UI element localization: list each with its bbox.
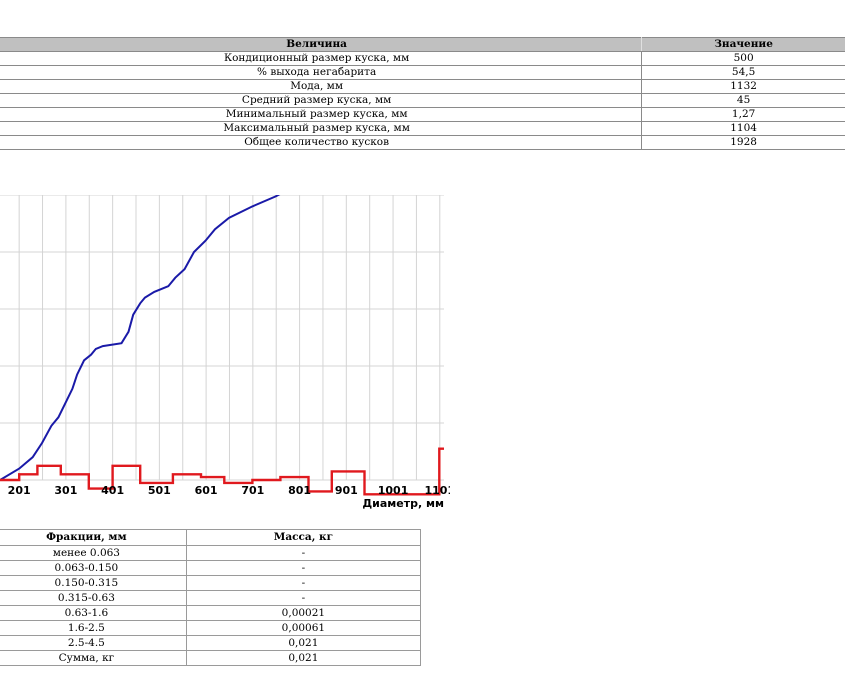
fraction-cell: 0.063-0.150: [0, 560, 187, 576]
stats-value: 1104: [641, 121, 845, 136]
mass-cell: 0,021: [185, 635, 422, 651]
table-row: Общее количество кусков 1928: [0, 135, 845, 150]
stats-header-row: Величина Значение: [0, 37, 845, 52]
mass-cell: 0,00061: [185, 620, 422, 636]
stats-label: % выхода негабарита: [0, 65, 643, 80]
stats-value: 54,5: [641, 65, 845, 80]
x-tick-label: 301: [54, 484, 77, 497]
stats-label: Максимальный размер куска, мм: [0, 121, 643, 136]
fractions-header-fraction: Фракции, мм: [0, 529, 187, 546]
mass-cell: -: [185, 590, 422, 606]
fraction-cell: 2.5-4.5: [0, 635, 187, 651]
table-row: Кондиционный размер куска, мм 500: [0, 51, 845, 66]
fractions-header-row: Фракции, мм Масса, кг: [0, 529, 422, 546]
diameter-chart: 201 301 401 501 601 701 801 901 1001 1101 Диаметр…: [0, 195, 450, 510]
fraction-cell: менее 0.063: [0, 545, 187, 561]
stats-label: Средний размер куска, мм: [0, 93, 643, 108]
stats-header-value: Значение: [641, 37, 845, 52]
x-tick-label: 701: [241, 484, 264, 497]
table-row: Минимальный размер куска, мм 1,27: [0, 107, 845, 122]
table-row: 0.63-1.6 0,00021: [0, 605, 422, 621]
stats-label: Кондиционный размер куска, мм: [0, 51, 643, 66]
sum-label: Сумма, кг: [0, 650, 187, 666]
mass-cell: 0,00021: [185, 605, 422, 621]
table-row: 1.6-2.5 0,00061: [0, 620, 422, 636]
fraction-cell: 0.315-0.63: [0, 590, 187, 606]
x-tick-label: 401: [101, 484, 124, 497]
table-row: 0.063-0.150 -: [0, 560, 422, 576]
fractions-header-mass: Масса, кг: [185, 529, 422, 546]
x-tick-label: 801: [288, 484, 311, 497]
fraction-cell: 0.63-1.6: [0, 605, 187, 621]
fraction-cell: 1.6-2.5: [0, 620, 187, 636]
x-tick-label: 901: [335, 484, 358, 497]
table-row: менее 0.063 -: [0, 545, 422, 561]
table-row: 2.5-4.5 0,021: [0, 635, 422, 651]
stats-table: Величина Значение Кондиционный размер ку…: [0, 37, 845, 150]
table-row: Максимальный размер куска, мм 1104: [0, 121, 845, 136]
table-row: 0.150-0.315 -: [0, 575, 422, 591]
stats-value: 1928: [641, 135, 845, 150]
mass-cell: -: [185, 575, 422, 591]
stats-value: 1132: [641, 79, 845, 94]
x-axis-label: Диаметр, мм: [362, 497, 444, 510]
stats-value: 500: [641, 51, 845, 66]
stats-label: Общее количество кусков: [0, 135, 643, 150]
x-tick-label: 1001: [378, 484, 409, 497]
table-row: % выхода негабарита 54,5: [0, 65, 845, 80]
x-tick-label: 201: [8, 484, 31, 497]
mass-cell: -: [185, 545, 422, 561]
stats-value: 45: [641, 93, 845, 108]
sum-value: 0,021: [185, 650, 422, 666]
stats-header-quantity: Величина: [0, 37, 643, 52]
mass-cell: -: [185, 560, 422, 576]
stats-value: 1,27: [641, 107, 845, 122]
chart-grid: [0, 195, 444, 481]
table-row: Мода, мм 1132: [0, 79, 845, 94]
stats-label: Минимальный размер куска, мм: [0, 107, 643, 122]
table-row: 0.315-0.63 -: [0, 590, 422, 606]
fractions-table: Фракции, мм Масса, кг менее 0.063 - 0.06…: [0, 529, 422, 666]
stats-label: Мода, мм: [0, 79, 643, 94]
chart-series: [0, 195, 444, 496]
x-tick-label: 601: [195, 484, 218, 497]
x-tick-label: 1101: [424, 484, 450, 497]
x-axis-ticks: 201 301 401 501 601 701 801 901 1001 1101: [8, 484, 450, 497]
fraction-cell: 0.150-0.315: [0, 575, 187, 591]
x-tick-label: 501: [148, 484, 171, 497]
table-row: Средний размер куска, мм 45: [0, 93, 845, 108]
sum-row: Сумма, кг 0,021: [0, 650, 422, 666]
